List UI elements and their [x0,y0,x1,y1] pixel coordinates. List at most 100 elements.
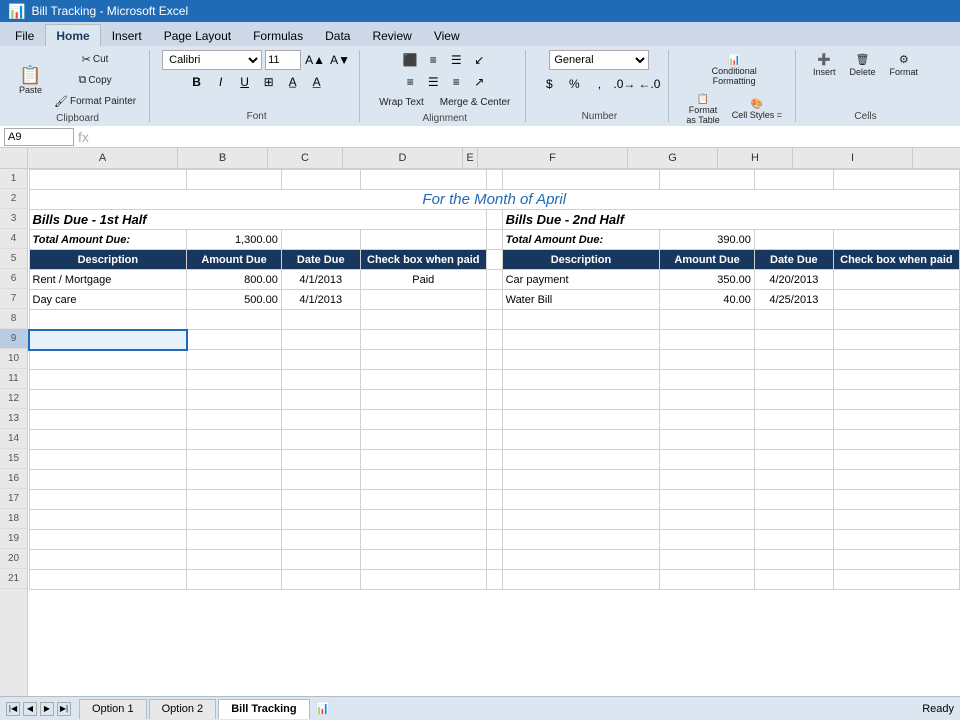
cell-e7[interactable] [486,290,502,310]
cell-g17[interactable] [660,490,755,510]
cell-c8[interactable] [281,310,360,330]
row-num-13[interactable]: 13 [0,409,27,429]
cell-b10[interactable] [187,350,282,370]
format-as-table-button[interactable]: 📋 Formatas Table [681,91,724,128]
cell-i15[interactable] [833,450,959,470]
cell-f6[interactable]: Car payment [502,270,660,290]
cell-a13[interactable] [29,410,187,430]
cell-g5[interactable]: Amount Due [660,250,755,270]
cell-g11[interactable] [660,370,755,390]
cell-i17[interactable] [833,490,959,510]
cell-a1[interactable] [29,170,187,190]
cell-a17[interactable] [29,490,187,510]
fill-color-button[interactable]: A̲ [282,72,304,92]
cell-d14[interactable] [360,430,486,450]
cell-d1[interactable] [360,170,486,190]
cell-reference-box[interactable]: A9 [4,128,74,146]
cell-i19[interactable] [833,530,959,550]
cell-f12[interactable] [502,390,660,410]
cell-g20[interactable] [660,550,755,570]
font-size-input[interactable] [265,50,301,70]
tab-nav-next[interactable]: ▶ [40,702,54,716]
percent-button[interactable]: % [563,74,585,94]
cell-d21[interactable] [360,570,486,590]
cell-g18[interactable] [660,510,755,530]
cell-c14[interactable] [281,430,360,450]
cell-a12[interactable] [29,390,187,410]
row-num-9[interactable]: 9 [0,329,27,349]
tab-review[interactable]: Review [361,24,422,46]
row-num-3[interactable]: 3 [0,209,27,229]
cell-d18[interactable] [360,510,486,530]
cell-i14[interactable] [833,430,959,450]
tab-formulas[interactable]: Formulas [242,24,314,46]
align-left-button[interactable]: ≡ [399,72,421,92]
row-num-14[interactable]: 14 [0,429,27,449]
cell-e8[interactable] [486,310,502,330]
tab-page-layout[interactable]: Page Layout [153,24,242,46]
cell-c17[interactable] [281,490,360,510]
cell-g21[interactable] [660,570,755,590]
decrease-decimal-button[interactable]: ←.0 [638,74,660,94]
cell-e18[interactable] [486,510,502,530]
cell-i10[interactable] [833,350,959,370]
cell-i6[interactable] [833,270,959,290]
cell-h9[interactable] [754,330,833,350]
cell-h20[interactable] [754,550,833,570]
cell-d15[interactable] [360,450,486,470]
cell-e19[interactable] [486,530,502,550]
cell-d6[interactable]: Paid [360,270,486,290]
font-color-button[interactable]: A [306,72,328,92]
row-num-8[interactable]: 8 [0,309,27,329]
cell-e3[interactable] [486,210,502,230]
cell-h15[interactable] [754,450,833,470]
cell-i21[interactable] [833,570,959,590]
cell-h10[interactable] [754,350,833,370]
cell-d9[interactable] [360,330,486,350]
increase-decimal-button[interactable]: .0→ [613,74,635,94]
tab-nav-first[interactable]: |◀ [6,702,20,716]
cell-b16[interactable] [187,470,282,490]
number-format-select[interactable]: General Number Currency Accounting Short… [549,50,649,70]
cell-g12[interactable] [660,390,755,410]
cell-b21[interactable] [187,570,282,590]
cell-e6[interactable] [486,270,502,290]
row-num-4[interactable]: 4 [0,229,27,249]
cell-b13[interactable] [187,410,282,430]
indent-decrease-button[interactable]: ↙ [468,50,490,70]
sheet-tab-bill-tracking[interactable]: Bill Tracking [218,699,309,719]
cell-f21[interactable] [502,570,660,590]
cell-h1[interactable] [754,170,833,190]
cell-b8[interactable] [187,310,282,330]
cut-button[interactable]: ✂ Cut [49,50,141,69]
cell-i1[interactable] [833,170,959,190]
cell-styles-button[interactable]: 🎨 Cell Styles = [727,96,787,123]
cell-h18[interactable] [754,510,833,530]
format-painter-button[interactable]: 🖌 Format Painter [49,92,141,111]
cell-f7[interactable]: Water Bill [502,290,660,310]
cell-d12[interactable] [360,390,486,410]
cell-d7[interactable] [360,290,486,310]
cell-i7[interactable] [833,290,959,310]
cell-g14[interactable] [660,430,755,450]
cell-e17[interactable] [486,490,502,510]
cell-e11[interactable] [486,370,502,390]
row-num-12[interactable]: 12 [0,389,27,409]
cell-e4[interactable] [486,230,502,250]
cell-c6[interactable]: 4/1/2013 [281,270,360,290]
cell-g16[interactable] [660,470,755,490]
cell-b12[interactable] [187,390,282,410]
cell-a19[interactable] [29,530,187,550]
font-name-select[interactable]: Calibri [162,50,262,70]
col-header-b[interactable]: B [178,148,268,168]
cell-d13[interactable] [360,410,486,430]
cell-b20[interactable] [187,550,282,570]
cell-f19[interactable] [502,530,660,550]
cell-f18[interactable] [502,510,660,530]
cell-f8[interactable] [502,310,660,330]
cell-b7[interactable]: 500.00 [187,290,282,310]
cell-b5[interactable]: Amount Due [187,250,282,270]
align-center-button[interactable]: ☰ [422,72,444,92]
row-num-10[interactable]: 10 [0,349,27,369]
cell-h21[interactable] [754,570,833,590]
